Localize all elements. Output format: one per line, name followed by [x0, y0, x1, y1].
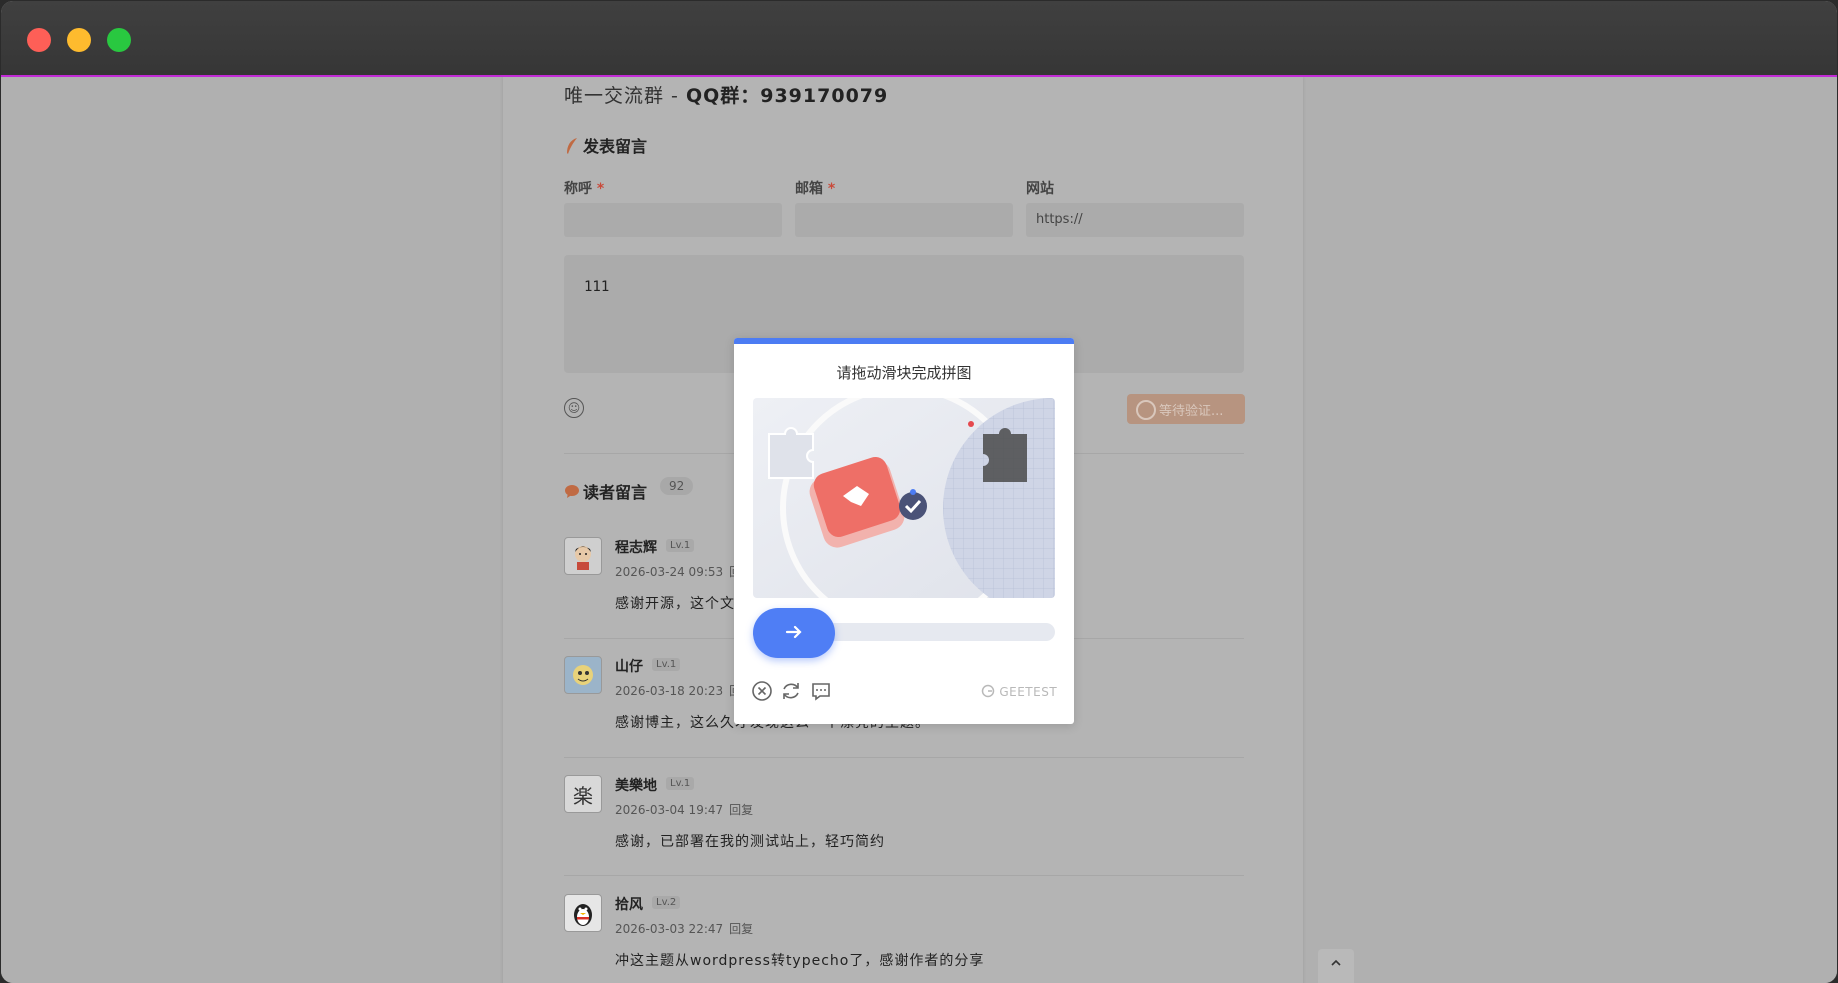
comment-item: 拾风 Lv.2 2026-03-03 22:47 回复 冲这主题从wordpres…: [564, 892, 1244, 983]
comment-divider: [564, 875, 1244, 876]
arrow-right-icon: [785, 625, 802, 639]
submit-button[interactable]: 等待验证...: [1127, 394, 1245, 424]
comment-item: 楽 美樂地 Lv.1 2026-03-04 19:47 回复 感谢，已部署在我的测…: [564, 773, 1244, 883]
captcha-dialog: 请拖动滑块完成拼图 GEETEST: [734, 338, 1074, 724]
slider-handle[interactable]: [753, 608, 835, 658]
feedback-icon[interactable]: [810, 680, 832, 702]
qq-prefix: 唯一交流群 -: [564, 85, 686, 107]
website-field[interactable]: https://: [1026, 203, 1244, 237]
name-label: 称呼 *: [564, 181, 605, 197]
reply-link[interactable]: 回复: [729, 803, 753, 817]
name-field[interactable]: [564, 203, 782, 237]
comment-form-title: 发表留言: [564, 133, 647, 157]
comment-date: 2026-03-24 09:53回复: [615, 563, 753, 580]
comment-divider: [564, 757, 1244, 758]
comment-count-badge: 92: [660, 477, 694, 495]
captcha-title: 请拖动滑块完成拼图: [836, 364, 972, 382]
captcha-accent-bar: [734, 338, 1074, 344]
qq-group-line: 唯一交流群 - QQ群：939170079: [564, 81, 888, 108]
char-avatar-icon: 楽: [564, 775, 602, 813]
qq-group-number[interactable]: QQ群：939170079: [686, 85, 888, 107]
close-window-button[interactable]: [27, 28, 51, 52]
minimize-window-button[interactable]: [67, 28, 91, 52]
close-icon[interactable]: [751, 680, 773, 702]
level-badge: Lv.1: [666, 777, 695, 790]
captcha-puzzle-image: [753, 398, 1055, 598]
geetest-logo-icon: [981, 684, 995, 698]
comment-date: 2026-03-18 20:23回复: [615, 682, 753, 699]
level-badge: Lv.1: [666, 539, 695, 552]
comment-author[interactable]: 美樂地: [615, 775, 657, 795]
email-field[interactable]: [795, 203, 1013, 237]
chat-bubble-icon: [565, 485, 579, 498]
comment-text: 冲这主题从wordpress转typecho了，感谢作者的分享: [615, 953, 985, 969]
comment-author[interactable]: 拾风: [615, 894, 643, 914]
maximize-window-button[interactable]: [107, 28, 131, 52]
browser-window: 唯一交流群 - QQ群：939170079 发表留言 称呼 * 邮箱 * 网站 …: [1, 1, 1837, 983]
website-label: 网站: [1026, 181, 1054, 197]
cartoon-avatar-icon: [564, 656, 602, 694]
comment-text: 感谢，已部署在我的测试站上，轻巧简约: [615, 834, 885, 850]
reply-link[interactable]: 回复: [729, 922, 753, 936]
comment-date: 2026-03-03 22:47 回复: [615, 922, 754, 936]
level-badge: Lv.1: [652, 658, 681, 671]
emoji-icon[interactable]: ☺: [564, 398, 584, 418]
level-badge: Lv.2: [652, 896, 681, 909]
back-to-top-button[interactable]: [1318, 949, 1354, 983]
title-bar: [1, 1, 1837, 77]
boy-avatar-icon: [564, 537, 602, 575]
feather-icon: [567, 138, 577, 154]
geetest-logo: GEETEST: [981, 684, 1057, 699]
comment-author[interactable]: 山仔: [615, 656, 643, 676]
email-label: 邮箱 *: [795, 181, 836, 197]
qq-penguin-avatar-icon: [564, 894, 602, 932]
comment-date: 2026-03-04 19:47 回复: [615, 803, 754, 817]
comment-text: 感谢开源，这个文: [615, 596, 735, 612]
comments-title: 读者留言: [564, 479, 647, 503]
chevron-up-icon: [1331, 959, 1341, 966]
loading-spinner-icon: [1136, 400, 1156, 420]
refresh-icon[interactable]: [780, 680, 802, 702]
comment-author[interactable]: 程志辉: [615, 537, 657, 557]
